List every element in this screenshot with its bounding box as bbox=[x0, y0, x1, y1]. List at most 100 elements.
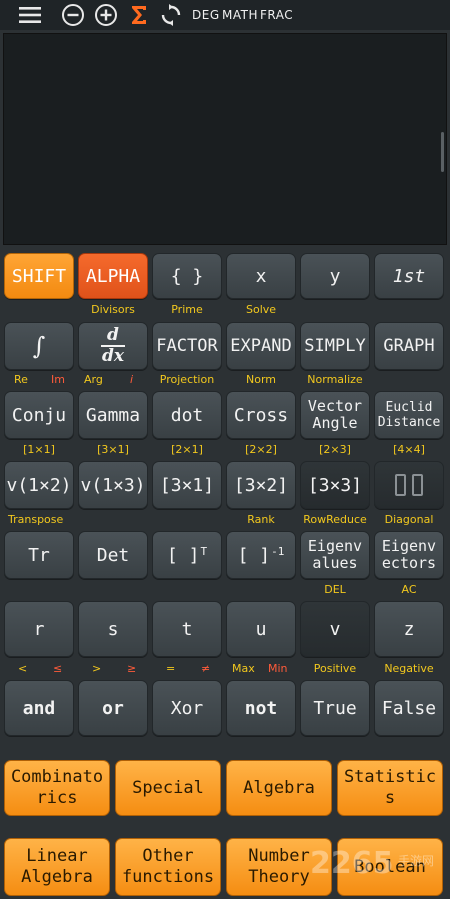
x-variable-button[interactable]: x bbox=[226, 253, 296, 299]
sigma-icon[interactable] bbox=[128, 3, 150, 27]
label-arg: Arg bbox=[84, 373, 103, 386]
derivative-denominator: dx bbox=[101, 346, 125, 366]
cross-product-button[interactable]: Cross bbox=[226, 391, 296, 439]
y-variable-button[interactable]: y bbox=[300, 253, 370, 299]
eigenvectors-line1: Eigenv bbox=[381, 537, 437, 555]
expression-display[interactable] bbox=[3, 33, 447, 245]
label-negative: Negative bbox=[384, 662, 434, 675]
other-functions-button[interactable]: Other functions bbox=[115, 838, 221, 896]
euclid-line1: Euclid bbox=[385, 400, 433, 415]
determinant-button[interactable]: Det bbox=[78, 531, 148, 579]
linear-algebra-button[interactable]: Linear Algebra bbox=[4, 838, 110, 896]
vector-1x2-button[interactable]: v(1×2) bbox=[4, 461, 74, 509]
derivative-button[interactable]: d dx bbox=[78, 322, 148, 370]
label-ac: AC bbox=[401, 583, 417, 596]
u-variable-button[interactable]: u bbox=[226, 601, 296, 657]
label-ne: ≠ bbox=[201, 662, 211, 675]
eigenvalues-line1: Eigenv bbox=[307, 537, 363, 555]
vector-1x3-button[interactable]: v(1×3) bbox=[78, 461, 148, 509]
gamma-button[interactable]: Gamma bbox=[78, 391, 148, 439]
eigenvectors-button[interactable]: Eigenv ectors bbox=[374, 531, 444, 579]
label-normalize: Normalize bbox=[307, 373, 363, 386]
first-button[interactable]: 1st bbox=[374, 253, 444, 299]
derivative-fraction: d dx bbox=[101, 327, 125, 365]
transpose-superscript: T bbox=[200, 544, 208, 558]
label-rank: Rank bbox=[247, 513, 275, 526]
label-transpose: Transpose bbox=[8, 513, 64, 526]
false-button[interactable]: False bbox=[374, 680, 444, 736]
matrix-3x3-button[interactable]: [3×3] bbox=[300, 461, 370, 509]
label-max: Max bbox=[232, 662, 255, 675]
combinatorics-line1: Combinato bbox=[10, 767, 104, 787]
inverse-brackets: [ ] bbox=[237, 544, 271, 566]
label-diagonal: Diagonal bbox=[384, 513, 434, 526]
graph-button[interactable]: GRAPH bbox=[374, 322, 444, 370]
label-m44: [4×4] bbox=[393, 443, 425, 456]
mode-frac[interactable]: FRAC bbox=[260, 8, 293, 22]
trace-button[interactable]: Tr bbox=[4, 531, 74, 579]
statistics-line1: Statistic bbox=[343, 767, 437, 787]
transpose-brackets: [ ] bbox=[166, 544, 200, 566]
label-m21: [2×1] bbox=[171, 443, 203, 456]
eigenvalues-button[interactable]: Eigenv alues bbox=[300, 531, 370, 579]
matrix-3x2-button[interactable]: [3×2] bbox=[226, 461, 296, 509]
label-norm: Norm bbox=[245, 373, 277, 386]
algebra-button[interactable]: Algebra bbox=[226, 760, 332, 816]
integral-button[interactable]: ∫ bbox=[4, 322, 74, 370]
statistics-button[interactable]: Statistic s bbox=[337, 760, 443, 816]
other-functions-line2: functions bbox=[121, 867, 215, 887]
shift-button[interactable]: SHIFT bbox=[4, 253, 74, 299]
braces-button[interactable]: { } bbox=[152, 253, 222, 299]
special-button[interactable]: Special bbox=[115, 760, 221, 816]
plus-circle-icon[interactable] bbox=[93, 3, 119, 27]
label-projection: Projection bbox=[159, 373, 215, 386]
mode-deg[interactable]: DEG bbox=[192, 8, 220, 22]
label-lt: < bbox=[18, 662, 28, 675]
label-del: DEL bbox=[324, 583, 346, 596]
factor-button[interactable]: FACTOR bbox=[152, 322, 222, 370]
euclid-line2: Distance bbox=[377, 415, 441, 430]
watermark-text: 手游网 bbox=[398, 854, 435, 868]
label-m23: [2×3] bbox=[319, 443, 351, 456]
z-variable-button[interactable]: z bbox=[374, 601, 444, 657]
v-variable-button[interactable]: v bbox=[300, 601, 370, 657]
xor-button[interactable]: Xor bbox=[152, 680, 222, 736]
simplify-button[interactable]: SIMPLY bbox=[300, 322, 370, 370]
r-variable-button[interactable]: r bbox=[4, 601, 74, 657]
alpha-button[interactable]: ALPHA bbox=[78, 253, 148, 299]
menu-icon[interactable] bbox=[14, 3, 46, 27]
label-ge: ≥ bbox=[127, 662, 137, 675]
number-theory-line1: Number bbox=[248, 846, 310, 866]
keypad-toggle-button[interactable] bbox=[374, 461, 444, 509]
dot-product-button[interactable]: dot bbox=[152, 391, 222, 439]
label-m22: [2×2] bbox=[245, 443, 277, 456]
label-divisors: Divisors bbox=[91, 303, 135, 316]
not-button[interactable]: not bbox=[226, 680, 296, 736]
conjugate-button[interactable]: Conju bbox=[4, 391, 74, 439]
label-re: Re bbox=[14, 373, 28, 386]
mode-math[interactable]: MATH bbox=[222, 8, 258, 22]
derivative-numerator: d bbox=[107, 325, 119, 345]
top-toolbar: DEG MATH FRAC bbox=[0, 0, 450, 30]
linear-algebra-line1: Linear bbox=[26, 846, 88, 866]
label-prime: Prime bbox=[171, 303, 203, 316]
vector-angle-button[interactable]: Vector Angle bbox=[300, 391, 370, 439]
display-scrollbar[interactable] bbox=[441, 132, 444, 172]
and-button[interactable]: and bbox=[4, 680, 74, 736]
statistics-line2: s bbox=[384, 788, 396, 808]
s-variable-button[interactable]: s bbox=[78, 601, 148, 657]
label-m31: [3×1] bbox=[97, 443, 129, 456]
combinatorics-line2: rics bbox=[36, 788, 78, 808]
transpose-button[interactable]: [ ] T bbox=[152, 531, 222, 579]
or-button[interactable]: or bbox=[78, 680, 148, 736]
refresh-icon[interactable] bbox=[158, 3, 184, 27]
euclid-distance-button[interactable]: Euclid Distance bbox=[374, 391, 444, 439]
combinatorics-button[interactable]: Combinato rics bbox=[4, 760, 110, 816]
t-variable-button[interactable]: t bbox=[152, 601, 222, 657]
matrix-3x1-button[interactable]: [3×1] bbox=[152, 461, 222, 509]
true-button[interactable]: True bbox=[300, 680, 370, 736]
expand-button[interactable]: EXPAND bbox=[226, 322, 296, 370]
inverse-button[interactable]: [ ] -1 bbox=[226, 531, 296, 579]
minus-circle-icon[interactable] bbox=[60, 3, 86, 27]
inverse-superscript: -1 bbox=[271, 544, 285, 558]
